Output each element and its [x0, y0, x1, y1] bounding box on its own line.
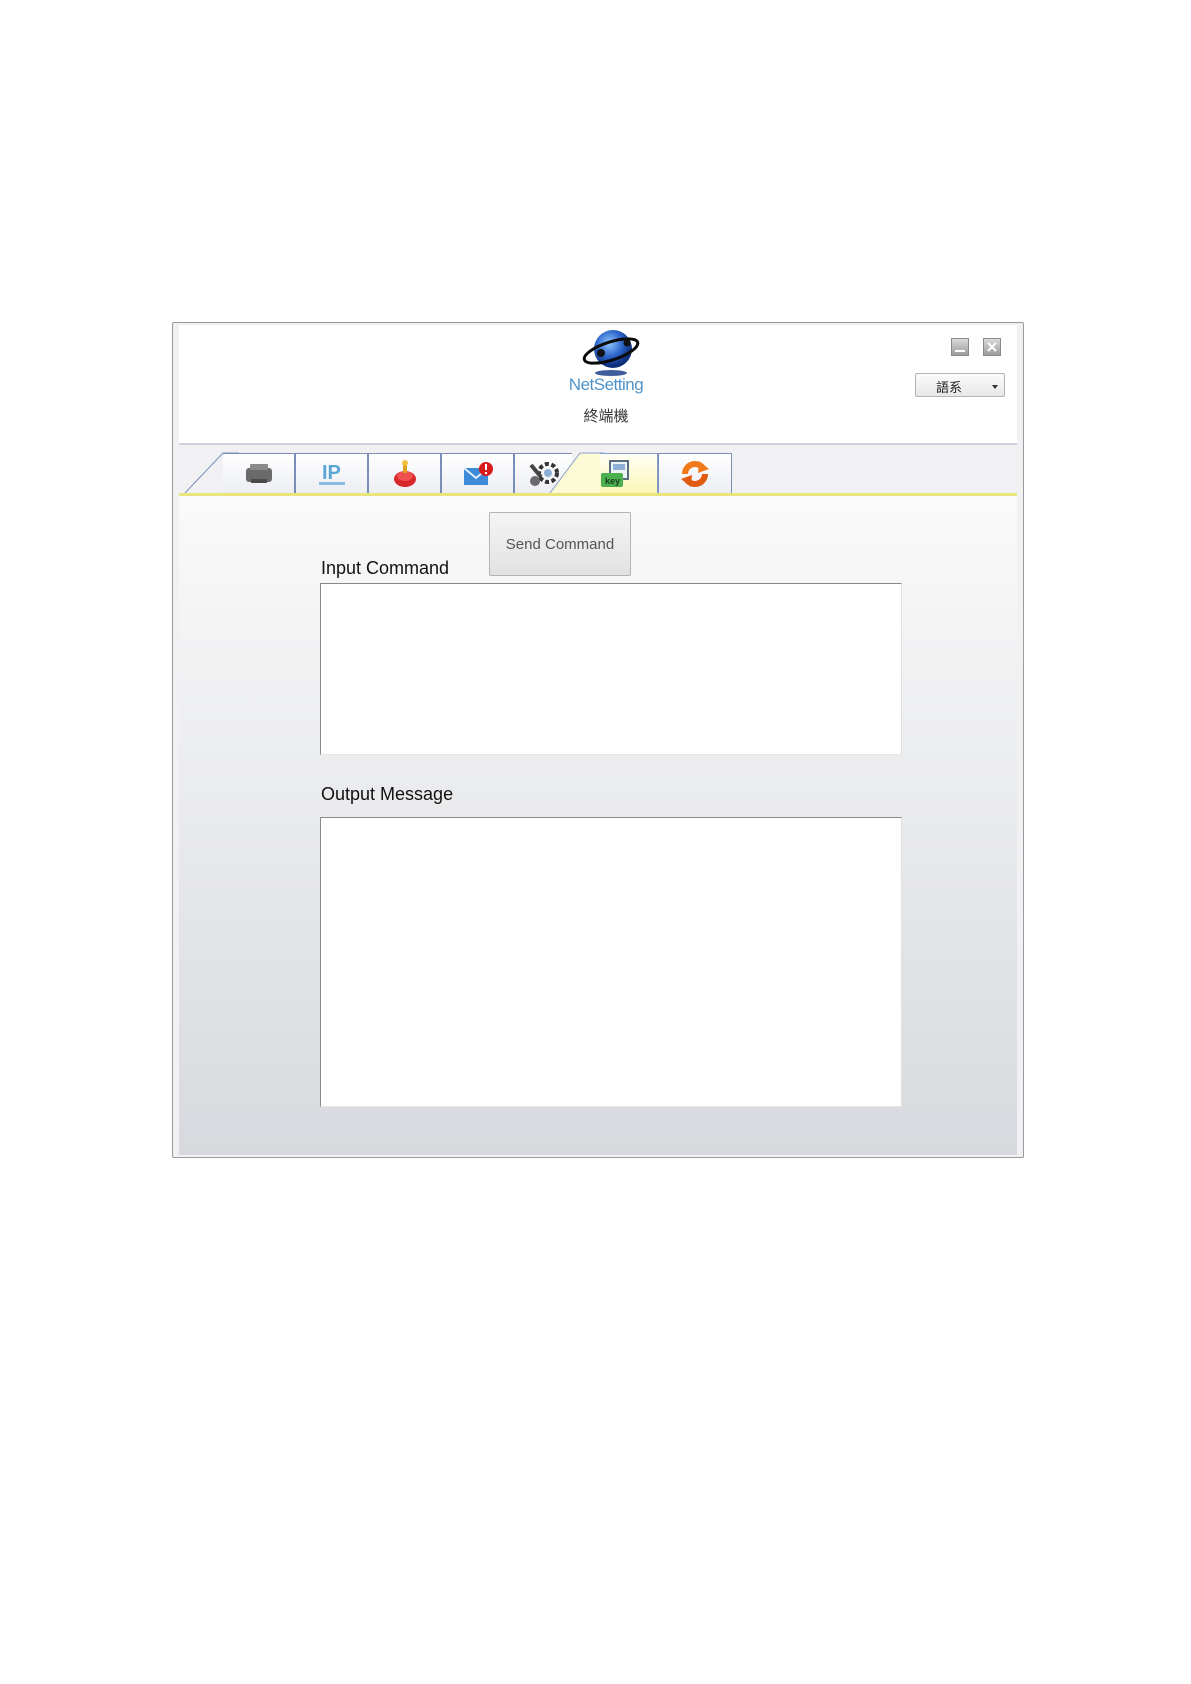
netsetting-window: NetSetting 終端機 語系 IP key Send Command In…: [172, 322, 1024, 1158]
minimize-button[interactable]: [951, 338, 969, 356]
app-title: NetSetting: [568, 375, 644, 394]
language-select[interactable]: 語系: [915, 373, 1005, 397]
printer-icon: [245, 463, 272, 483]
send-command-button[interactable]: Send Command: [489, 512, 631, 576]
chevron-down-icon: [992, 385, 998, 389]
svg-text:IP: IP: [322, 462, 341, 484]
alarm-icon: [393, 459, 416, 487]
ip-network-icon: IP: [318, 462, 345, 485]
terminal-key-icon: key: [600, 459, 629, 487]
terminal-panel: Send Command Input Command Output Messag…: [179, 493, 1017, 1155]
active-tab-edge: [550, 452, 604, 493]
output-message-label: Output Message: [321, 784, 454, 804]
tab-ip-network[interactable]: IP: [295, 453, 368, 493]
page-subtitle: 終端機: [583, 408, 629, 425]
close-icon: [987, 342, 997, 352]
tab-mail-alert[interactable]: [441, 453, 514, 493]
window-header: NetSetting 終端機 語系: [179, 325, 1017, 445]
language-select-value: 語系: [936, 380, 963, 395]
close-button[interactable]: [983, 338, 1001, 356]
output-message-field[interactable]: [320, 817, 902, 1107]
tab-refresh[interactable]: [658, 453, 732, 493]
refresh-icon: [681, 460, 709, 487]
svg-text:key: key: [605, 476, 620, 486]
tab-strip: IP key: [179, 447, 1017, 493]
tab-printer[interactable]: [223, 453, 295, 493]
input-command-field[interactable]: [320, 583, 902, 755]
tab-terminal[interactable]: key: [600, 453, 658, 493]
tab-alarm[interactable]: [368, 453, 441, 493]
mail-alert-icon: [462, 461, 493, 485]
input-command-label: Input Command: [321, 558, 450, 578]
